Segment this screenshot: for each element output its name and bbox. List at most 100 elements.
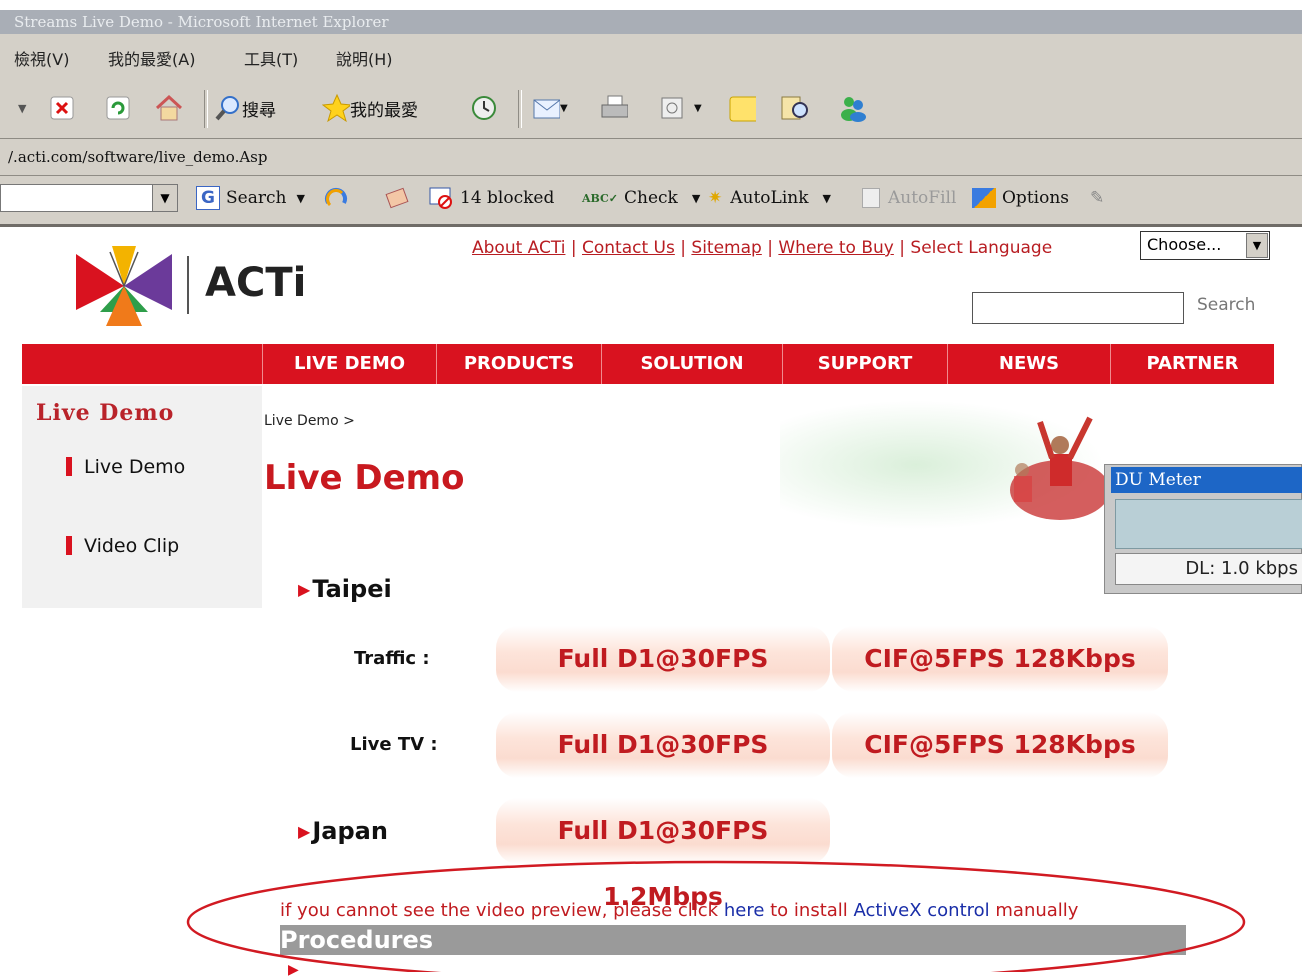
link-contact[interactable]: Contact Us <box>582 238 675 258</box>
sidebar-item-video-clip[interactable]: Video Clip <box>66 535 179 557</box>
history-icon <box>470 94 498 122</box>
region-taipei-label: Taipei <box>312 575 392 603</box>
menu-view[interactable]: 檢視(V) <box>14 46 69 70</box>
google-search-box[interactable]: ▼ <box>0 184 178 212</box>
link-separator: | <box>761 238 779 258</box>
autolink-dropdown-icon[interactable]: ▼ <box>823 192 831 205</box>
traffic-cif-link[interactable]: CIF@5FPS 128Kbps <box>832 626 1168 692</box>
messenger-icon <box>838 94 866 122</box>
site-search-button[interactable]: Search <box>1197 295 1255 315</box>
search-button[interactable]: 搜尋 <box>214 92 276 124</box>
google-search-label: Search <box>226 188 287 208</box>
link-where-to-buy[interactable]: Where to Buy <box>778 238 894 258</box>
research-icon <box>780 94 808 122</box>
edit-dropdown-icon[interactable]: ▼ <box>694 103 702 114</box>
note-icon <box>728 94 756 122</box>
mail-button[interactable]: ▼ <box>532 92 568 124</box>
pagerank-icon[interactable] <box>322 184 350 212</box>
nav-partner[interactable]: PARTNER <box>1110 344 1274 384</box>
banner-image <box>1000 410 1120 524</box>
install-here-link[interactable]: here <box>724 900 765 921</box>
address-bar[interactable]: /.acti.com/software/live_demo.Asp <box>0 139 1302 176</box>
autofill-label: AutoFill <box>888 188 957 208</box>
procedure-arrow-icon: ▶ <box>288 962 299 978</box>
address-url[interactable]: /.acti.com/software/live_demo.Asp <box>8 148 267 166</box>
link-sitemap[interactable]: Sitemap <box>691 238 761 258</box>
messenger-button[interactable] <box>838 92 866 124</box>
breadcrumb: Live Demo > <box>264 413 355 429</box>
mail-icon <box>532 94 560 122</box>
traffic-label: Traffic : <box>354 648 430 669</box>
nav-support[interactable]: SUPPORT <box>782 344 947 384</box>
region-japan: ▶Japan <box>298 817 388 845</box>
forward-dropdown-icon[interactable]: ▼ <box>18 92 26 124</box>
select-language-label: Select Language <box>910 238 1053 258</box>
spell-check-button[interactable]: ABC✓ Check ▼ <box>582 184 700 212</box>
research-button[interactable] <box>780 92 808 124</box>
du-meter-window[interactable]: DU Meter DL: 1.0 kbps <box>1104 464 1302 594</box>
printer-icon <box>600 94 628 122</box>
du-meter-graph <box>1115 499 1302 549</box>
google-search-dropdown-icon[interactable]: ▼ <box>152 185 177 211</box>
popup-blocker-icon <box>429 187 452 209</box>
language-select[interactable]: Choose... ▼ <box>1140 231 1270 260</box>
site-search-input[interactable] <box>972 292 1184 324</box>
spell-check-icon: ABC✓ <box>582 191 619 205</box>
japan-full-d1-link[interactable]: Full D1@30FPS 1.2Mbps <box>496 798 830 911</box>
nav-products[interactable]: PRODUCTS <box>436 344 601 384</box>
activex-notice: if you cannot see the video preview, ple… <box>280 900 1078 921</box>
livetv-cif-link[interactable]: CIF@5FPS 128Kbps <box>832 712 1168 778</box>
acti-logo[interactable] <box>76 246 176 332</box>
google-search-options-icon[interactable]: ▼ <box>296 192 304 205</box>
mail-dropdown-icon[interactable]: ▼ <box>560 103 568 114</box>
autolink-label: AutoLink <box>730 188 809 208</box>
main-nav: LIVE DEMO PRODUCTS SOLUTION SUPPORT NEWS… <box>22 344 1274 384</box>
favorites-button[interactable]: 我的最愛 <box>322 92 418 124</box>
google-search-button[interactable]: G Search ▼ <box>196 184 305 212</box>
page-title: Live Demo <box>264 458 465 498</box>
sidebar-item-live-demo[interactable]: Live Demo <box>66 456 185 478</box>
notice-text: manually <box>989 900 1079 921</box>
nav-live-demo[interactable]: LIVE DEMO <box>262 344 436 384</box>
livetv-full-d1-link[interactable]: Full D1@30FPS 1.5Mbps <box>496 712 830 825</box>
nav-solution[interactable]: SOLUTION <box>601 344 782 384</box>
refresh-icon <box>104 94 132 122</box>
menu-help[interactable]: 說明(H) <box>336 46 393 70</box>
popup-blocker-button[interactable]: 14 blocked <box>428 184 554 212</box>
nav-news[interactable]: NEWS <box>947 344 1110 384</box>
refresh-button[interactable] <box>104 92 132 124</box>
bullet-bar <box>66 457 72 476</box>
print-button[interactable] <box>600 92 628 124</box>
note-button[interactable] <box>728 92 756 124</box>
news-icon[interactable] <box>384 184 410 212</box>
language-dropdown-icon[interactable]: ▼ <box>1246 233 1268 258</box>
activex-control-link[interactable]: ActiveX control <box>854 900 990 921</box>
notice-text: if you cannot see the video preview, ple… <box>280 900 724 921</box>
traffic-full-d1-link[interactable]: Full D1@30FPS 1.5Mbps <box>496 626 830 739</box>
search-icon <box>214 94 242 122</box>
home-button[interactable] <box>154 92 182 124</box>
edit-icon <box>658 94 686 122</box>
edit-button[interactable]: ▼ <box>658 92 702 124</box>
acti-logo-icon <box>76 246 172 326</box>
arrow-right-icon: ▶ <box>298 822 311 841</box>
menu-tools[interactable]: 工具(T) <box>244 46 298 70</box>
link-about[interactable]: About ACTi <box>472 238 565 258</box>
link-separator: | <box>674 238 692 258</box>
highlight-icon[interactable]: ✎ <box>1090 184 1104 212</box>
history-button[interactable] <box>470 92 498 124</box>
procedures-heading: Procedures <box>280 925 1186 955</box>
autolink-button[interactable]: ✷ AutoLink ▼ <box>708 184 831 212</box>
search-label: 搜尋 <box>242 100 276 121</box>
logo-divider <box>187 256 189 314</box>
browser-toolbar: ▼ 搜尋 我的最愛 ▼ ▼ <box>0 80 1302 139</box>
top-links: About ACTi | Contact Us | Sitemap | Wher… <box>472 238 1052 258</box>
options-label: Options <box>1002 188 1069 208</box>
options-button[interactable]: Options <box>972 184 1069 212</box>
check-dropdown-icon[interactable]: ▼ <box>692 192 700 205</box>
language-select-value: Choose... <box>1147 235 1222 254</box>
autofill-button[interactable]: AutoFill <box>862 184 956 212</box>
stop-button[interactable] <box>48 92 76 124</box>
menu-favorites[interactable]: 我的最愛(A) <box>108 46 195 70</box>
check-label: Check <box>624 188 678 208</box>
